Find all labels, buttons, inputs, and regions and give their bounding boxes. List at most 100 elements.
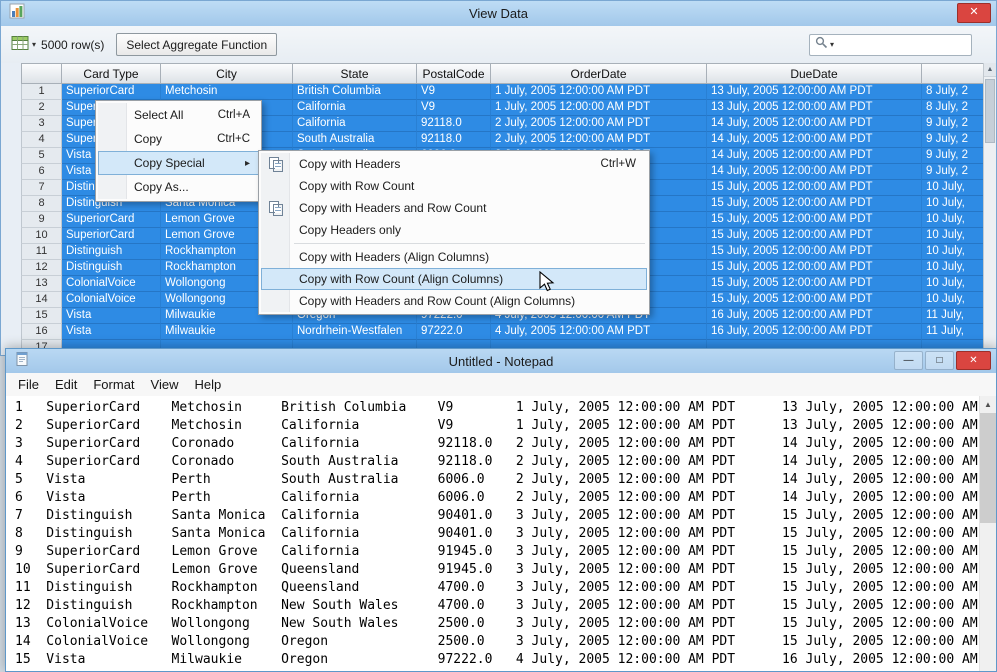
grid-cell[interactable]: 15 July, 2005 12:00:00 AM PDT [707,196,922,212]
row-number-cell[interactable]: 11 [21,244,62,260]
grid-cell[interactable]: 15 July, 2005 12:00:00 AM PDT [707,212,922,228]
grid-cell[interactable]: 8 July, 2 [922,84,985,100]
grid-cell[interactable]: 9 July, 2 [922,148,985,164]
grid-cell[interactable]: 10 July, [922,196,985,212]
search-input[interactable] [836,37,966,52]
grid-cell[interactable]: Milwaukie [161,324,293,340]
view-data-titlebar[interactable]: View Data ✕ [1,1,996,26]
row-number-cell[interactable]: 14 [21,292,62,308]
menu-item-copy-with-headers-and-row-count-align-columns[interactable]: Copy with Headers and Row Count (Align C… [261,290,647,312]
grid-cell[interactable]: 15 July, 2005 12:00:00 AM PDT [707,244,922,260]
column-header-city[interactable]: City [161,63,293,84]
menu-item-copy-with-row-count[interactable]: Copy with Row Count [261,175,647,197]
grid-cell[interactable]: 4 July, 2005 12:00:00 AM PDT [491,324,707,340]
search-box[interactable]: ▾ [809,33,972,56]
close-button[interactable]: ✕ [956,351,991,370]
grid-cell[interactable]: Distinguish [62,260,161,276]
grid-cell[interactable]: 9 July, 2 [922,164,985,180]
row-number-cell[interactable]: 12 [21,260,62,276]
grid-cell[interactable]: 11 July, [922,324,985,340]
grid-cell[interactable]: Vista [62,324,161,340]
rows-dropdown-button[interactable]: ▾ [11,35,36,54]
menubar-item-help[interactable]: Help [186,375,229,394]
grid-cell[interactable]: 10 July, [922,276,985,292]
row-number-cell[interactable]: 6 [21,164,62,180]
row-number-cell[interactable]: 7 [21,180,62,196]
notepad-text-area[interactable]: 1 SuperiorCard Metchosin British Columbi… [6,396,996,671]
grid-cell[interactable]: 1 July, 2005 12:00:00 AM PDT [491,100,707,116]
menu-item-copy-headers-only[interactable]: Copy Headers only [261,219,647,241]
grid-cell[interactable]: 14 July, 2005 12:00:00 AM PDT [707,116,922,132]
grid-cell[interactable]: 16 July, 2005 12:00:00 AM PDT [707,308,922,324]
grid-cell[interactable]: 10 July, [922,292,985,308]
menu-item-select-all[interactable]: Select All Ctrl+A [98,103,259,127]
grid-cell[interactable]: 2 July, 2005 12:00:00 AM PDT [491,116,707,132]
grid-cell[interactable]: 15 July, 2005 12:00:00 AM PDT [707,276,922,292]
row-number-cell[interactable]: 3 [21,116,62,132]
column-header-duedate[interactable]: DueDate [707,63,922,84]
menu-item-copy-with-headers-align-columns[interactable]: Copy with Headers (Align Columns) [261,246,647,268]
grid-cell[interactable]: 13 July, 2005 12:00:00 AM PDT [707,100,922,116]
menu-item-copy-with-row-count-align-columns[interactable]: Copy with Row Count (Align Columns) [261,268,647,290]
menubar-item-format[interactable]: Format [85,375,142,394]
menu-item-copy[interactable]: Copy Ctrl+C [98,127,259,151]
grid-cell[interactable]: 16 July, 2005 12:00:00 AM PDT [707,324,922,340]
grid-cell[interactable]: 15 July, 2005 12:00:00 AM PDT [707,228,922,244]
menu-item-copy-special[interactable]: Copy Special ▸ [98,151,259,175]
scroll-thumb[interactable] [985,79,995,143]
row-number-cell[interactable]: 5 [21,148,62,164]
grid-cell[interactable]: South Australia [293,132,417,148]
notepad-titlebar[interactable]: Untitled - Notepad — □ ✕ [6,349,996,373]
row-number-cell[interactable]: 2 [21,100,62,116]
column-header-orderdate[interactable]: OrderDate [491,63,707,84]
grid-row[interactable]: 1 SuperiorCard Metchosin British Columbia V9… [21,84,985,100]
grid-cell[interactable]: SuperiorCard [62,212,161,228]
grid-cell[interactable]: SuperiorCard [62,228,161,244]
column-header-card-type[interactable]: Card Type [62,63,161,84]
menu-item-copy-with-headers[interactable]: Copy with Headers Ctrl+W [261,153,647,175]
row-number-cell[interactable]: 4 [21,132,62,148]
grid-cell[interactable]: SuperiorCard [62,84,161,100]
row-number-cell[interactable]: 8 [21,196,62,212]
grid-cell[interactable]: California [293,100,417,116]
grid-cell[interactable]: V9 [417,100,491,116]
row-number-cell[interactable]: 15 [21,308,62,324]
grid-cell[interactable]: 1 July, 2005 12:00:00 AM PDT [491,84,707,100]
grid-cell[interactable]: British Columbia [293,84,417,100]
grid-cell[interactable]: 92118.0 [417,116,491,132]
grid-cell[interactable]: 15 July, 2005 12:00:00 AM PDT [707,180,922,196]
grid-cell[interactable]: 11 July, [922,308,985,324]
minimize-button[interactable]: — [894,351,923,370]
scroll-thumb[interactable] [980,413,996,523]
grid-row[interactable]: 16 Vista Milwaukie Nordrhein-Westfalen 97222… [21,324,985,340]
chevron-down-icon[interactable]: ▾ [830,40,834,49]
grid-cell[interactable]: V9 [417,84,491,100]
grid-cell[interactable]: 14 July, 2005 12:00:00 AM PDT [707,164,922,180]
row-number-cell[interactable]: 9 [21,212,62,228]
maximize-button[interactable]: □ [925,351,954,370]
grid-cell[interactable]: ColonialVoice [62,276,161,292]
notepad-vertical-scrollbar[interactable]: ▲ [979,396,996,671]
grid-cell[interactable]: 9 July, 2 [922,116,985,132]
menu-item-copy-with-headers-and-row-count[interactable]: Copy with Headers and Row Count [261,197,647,219]
grid-cell[interactable]: 15 July, 2005 12:00:00 AM PDT [707,260,922,276]
row-number-cell[interactable]: 16 [21,324,62,340]
menubar-item-view[interactable]: View [143,375,187,394]
close-button[interactable]: ✕ [957,3,991,23]
grid-cell[interactable]: 10 July, [922,260,985,276]
column-header-postalcode[interactable]: PostalCode [417,63,491,84]
grid-cell[interactable]: 10 July, [922,180,985,196]
grid-cell[interactable]: Distinguish [62,244,161,260]
grid-cell[interactable]: 8 July, 2 [922,100,985,116]
row-number-cell[interactable]: 1 [21,84,62,100]
grid-cell[interactable]: 2 July, 2005 12:00:00 AM PDT [491,132,707,148]
grid-cell[interactable]: Metchosin [161,84,293,100]
menubar-item-file[interactable]: File [10,375,47,394]
row-number-cell[interactable]: 10 [21,228,62,244]
grid-cell[interactable]: 13 July, 2005 12:00:00 AM PDT [707,84,922,100]
grid-cell[interactable]: California [293,116,417,132]
grid-cell[interactable]: 10 July, [922,244,985,260]
grid-cell[interactable]: 14 July, 2005 12:00:00 AM PDT [707,132,922,148]
select-aggregate-function-button[interactable]: Select Aggregate Function [116,33,278,56]
menu-item-copy-as[interactable]: Copy As... [98,175,259,199]
